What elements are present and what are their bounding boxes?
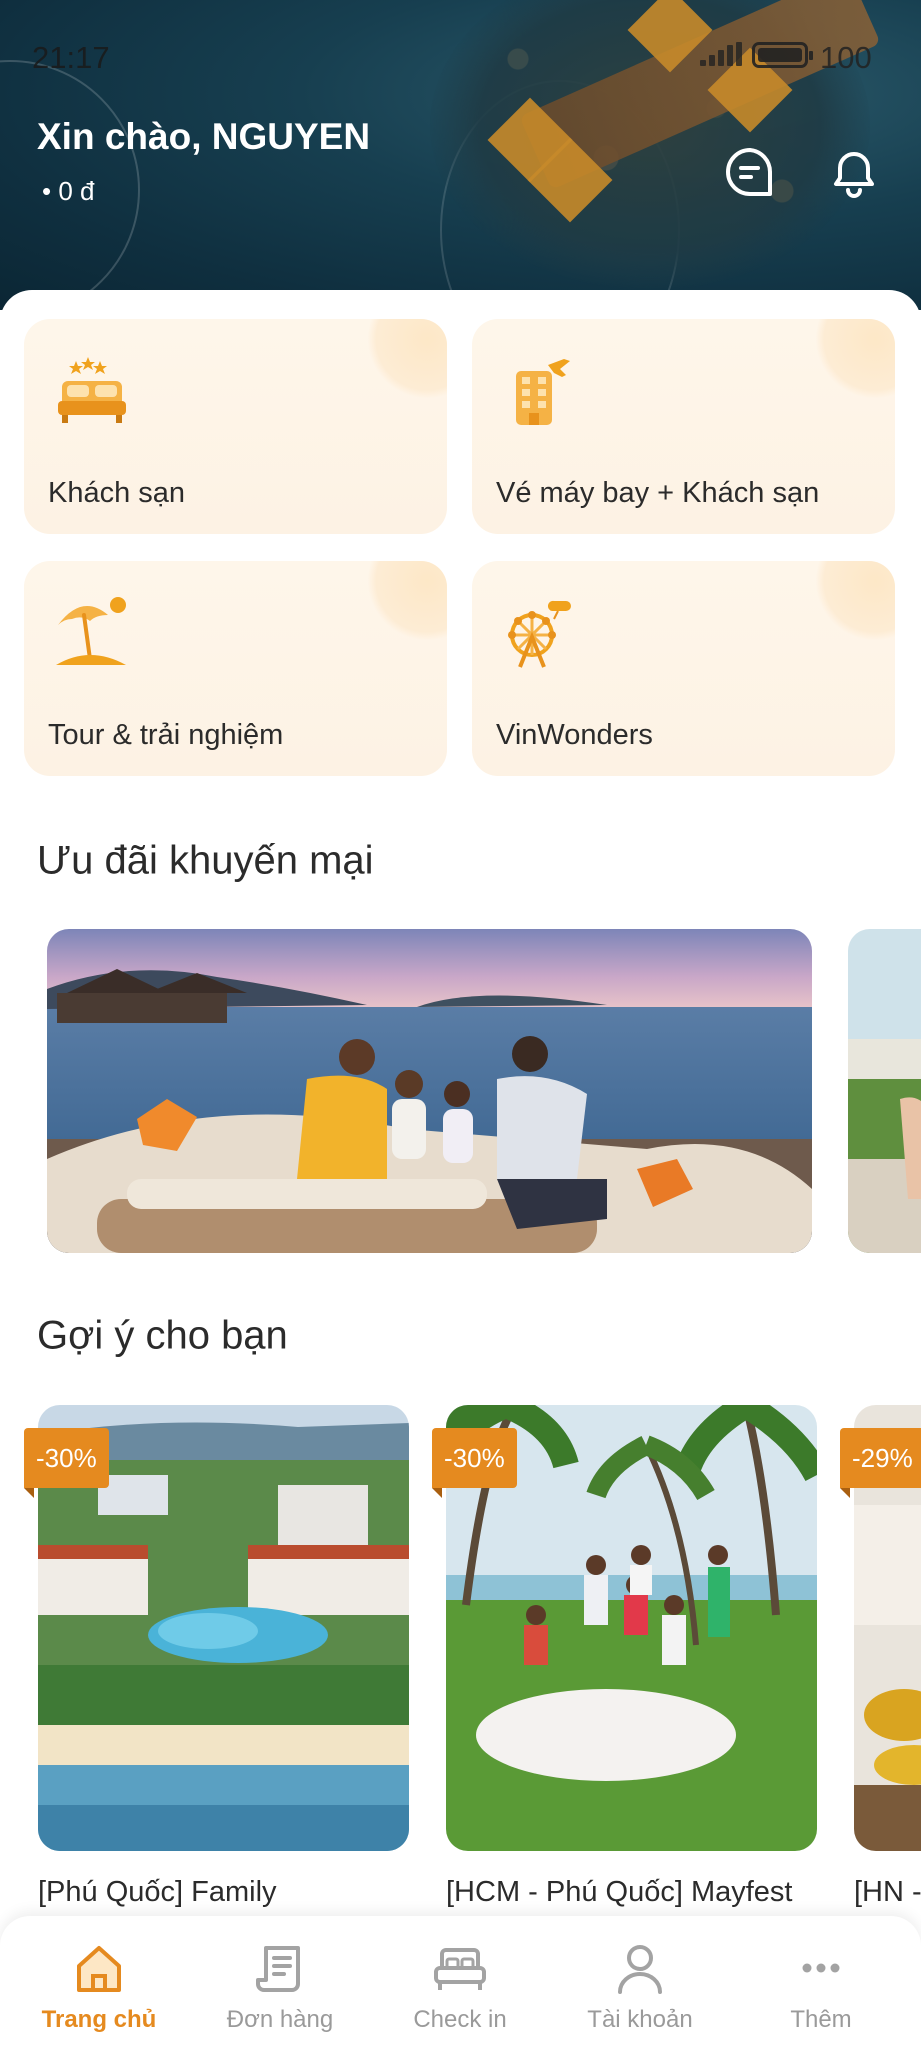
nav-label: Thêm (790, 2006, 852, 2033)
orders-icon (256, 1946, 300, 1992)
service-label: Tour & trải nghiệm (48, 719, 284, 751)
promo-banner-next[interactable] (848, 929, 921, 1253)
service-card-hotel[interactable]: Khách sạn (24, 319, 447, 534)
service-card-flight-hotel[interactable]: Vé máy bay + Khách sạn (472, 319, 895, 534)
suggestion-card-title[interactable]: [Phú Quốc] Family (38, 1872, 409, 1912)
service-label: Vé máy bay + Khách sạn (496, 477, 820, 509)
more-icon (802, 1963, 840, 1973)
home-icon (77, 1946, 121, 1992)
hotel-bed-icon (46, 343, 136, 433)
nav-item-orders[interactable]: Đơn hàng (200, 1916, 360, 2048)
battery-icon (752, 42, 813, 68)
nav-item-home[interactable]: Trang chủ (19, 1916, 179, 2048)
discount-badge: -30% (432, 1428, 517, 1498)
suggestions-title-text: Gợi ý cho bạn (37, 1313, 288, 1358)
service-label: VinWonders (496, 719, 653, 751)
balance-text: • 0 đ (42, 176, 95, 206)
suggestion-card-title[interactable]: [HN - (854, 1872, 921, 1912)
suggestion-card-title[interactable]: [HCM - Phú Quốc] Mayfest (446, 1872, 846, 1912)
service-card-vinwonders[interactable]: VinWonders (472, 561, 895, 776)
nav-label: Check in (413, 2006, 507, 2033)
battery-level: 100 (820, 40, 872, 75)
nav-item-more[interactable]: Thêm (741, 1916, 901, 2048)
promotions-title-text: Ưu đãi khuyến mại (37, 838, 374, 883)
beach-umbrella-icon (46, 585, 136, 675)
ferris-wheel-icon (494, 585, 584, 675)
chat-icon[interactable] (720, 142, 780, 202)
nav-label: Đơn hàng (226, 2006, 334, 2033)
check-in-bed-icon (434, 1948, 486, 1990)
service-label: Khách sạn (48, 477, 186, 509)
suggestions-section-title: Gợi ý cho bạn (37, 1313, 316, 1363)
signal-icon (700, 42, 744, 66)
greeting-text: Xin chào, NGUYEN (37, 116, 371, 157)
bottom-navigation: Trang chủ Đơn hàng Check in Tài khoản Th… (0, 1916, 921, 2048)
nav-item-account[interactable]: Tài khoản (560, 1916, 720, 2048)
nav-item-check-in[interactable]: Check in (380, 1916, 540, 2048)
status-time: 21:17 (32, 40, 110, 75)
nav-label: Trang chủ (41, 2006, 157, 2033)
status-bar: 21:17 100 (0, 0, 921, 110)
service-card-tour[interactable]: Tour & trải nghiệm (24, 561, 447, 776)
nav-label: Tài khoản (587, 2006, 693, 2033)
promo-banner[interactable] (47, 929, 812, 1253)
bell-icon[interactable] (824, 142, 884, 202)
flight-hotel-icon (494, 343, 584, 433)
account-icon (618, 1945, 662, 1994)
promotions-section-title: Ưu đãi khuyến mại (37, 838, 402, 888)
discount-badge: -29% (840, 1428, 921, 1498)
discount-badge: -30% (24, 1428, 109, 1498)
header-banner: 21:17 100 Xin chào, NGUYEN • 0 đ (0, 0, 921, 310)
